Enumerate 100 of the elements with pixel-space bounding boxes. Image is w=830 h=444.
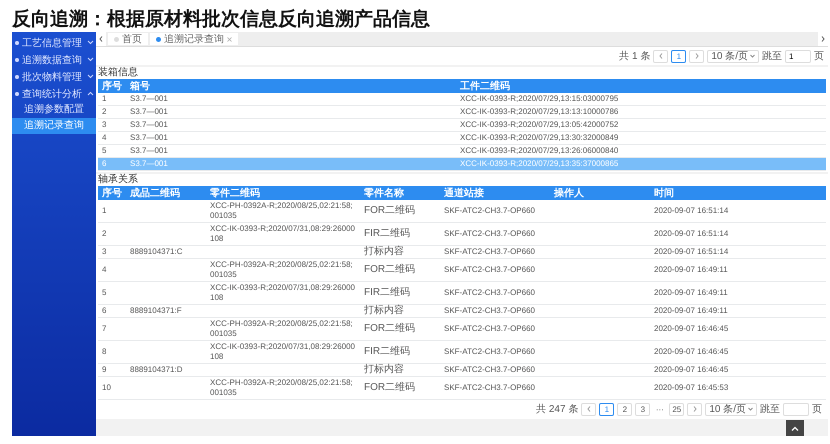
table-cell: 打标内容 bbox=[360, 304, 440, 318]
table-cell: XCC-IK-0393-R;2020/07/29,13:30:32000849 bbox=[456, 132, 826, 144]
table-cell: SKF-ATC2-CH3.7-OP660 bbox=[440, 364, 550, 376]
table-cell: SKF-ATC2-CH3.7-OP660 bbox=[440, 200, 550, 222]
table-cell: FOR二维码 bbox=[360, 200, 440, 222]
table-cell: XCC-IK-0393-R;2020/07/31,08:29:26000108 bbox=[206, 222, 360, 246]
table-cell: 打标内容 bbox=[360, 246, 440, 258]
table-cell: 4 bbox=[98, 132, 126, 144]
menu-item[interactable]: 工艺信息管理 bbox=[12, 34, 96, 51]
column-header: 工件二维码 bbox=[456, 79, 826, 93]
table-cell: 2020-09-07 16:49:11 bbox=[650, 282, 826, 304]
page-button[interactable]: 3 bbox=[635, 402, 650, 416]
page-unit-label: 页 bbox=[812, 403, 822, 416]
section-title: 轴承关系 bbox=[98, 174, 139, 186]
table-cell: 2020-09-07 16:49:11 bbox=[650, 304, 826, 318]
table-cell: 4 bbox=[98, 258, 126, 282]
table-cell: FOR二维码 bbox=[360, 318, 440, 340]
page-size-select[interactable]: 10 条/页 bbox=[707, 50, 759, 62]
chevron-right-icon bbox=[692, 406, 697, 412]
table-cell: SKF-ATC2-CH3.7-OP660 bbox=[440, 304, 550, 318]
table-cell: 2020-09-07 16:49:11 bbox=[650, 258, 826, 282]
chevron-left-icon bbox=[586, 406, 591, 412]
menu-label: 追溯数据查询 bbox=[22, 54, 82, 66]
table-cell: 2 bbox=[98, 106, 126, 118]
chevron-down-icon bbox=[750, 54, 755, 58]
menu-icon bbox=[15, 92, 19, 96]
tab[interactable]: 追溯记录查询 bbox=[150, 33, 238, 45]
table-cell: FIR二维码 bbox=[360, 282, 440, 304]
table-cell: XCC-IK-0393-R;2020/07/31,08:29:26000108 bbox=[206, 340, 360, 364]
table-cell: XCC-PH-0392A-R;2020/08/25,02:21:58;001035 bbox=[206, 258, 360, 282]
back-to-top-button[interactable] bbox=[786, 420, 804, 436]
table-cell: 8889104371:C bbox=[126, 246, 206, 258]
page-button[interactable]: 25 bbox=[669, 402, 684, 416]
submenu-item[interactable]: 追溯记录查询 bbox=[12, 118, 96, 134]
column-header: 零件二维码 bbox=[206, 186, 360, 200]
table-cell: 1 bbox=[98, 93, 126, 106]
menu-label: 批次物料管理 bbox=[22, 70, 82, 84]
menu-item[interactable]: 查询统计分析 bbox=[12, 85, 96, 102]
column-header: 时间 bbox=[650, 186, 826, 200]
column-header: 操作人 bbox=[550, 186, 650, 200]
page-button[interactable]: 1 bbox=[599, 402, 614, 416]
table-cell: 3 bbox=[98, 246, 126, 258]
table-cell: XCC-PH-0392A-R;2020/08/25,02:21:58;001035 bbox=[206, 318, 360, 340]
page-button[interactable]: 2 bbox=[617, 402, 632, 416]
prev-page-button[interactable] bbox=[653, 50, 668, 62]
table-cell: 2020-09-07 16:51:14 bbox=[650, 200, 826, 222]
chevron-right-icon bbox=[821, 36, 825, 42]
table-cell: FIR二维码 bbox=[360, 222, 440, 246]
table-cell: 5 bbox=[98, 282, 126, 304]
prev-page-button[interactable] bbox=[581, 402, 596, 416]
column-header: 成品二维码 bbox=[126, 186, 206, 200]
table-cell: SKF-ATC2-CH3.7-OP660 bbox=[440, 340, 550, 364]
table-cell: S3.7—001 bbox=[126, 158, 456, 170]
tab[interactable]: 首页 bbox=[108, 33, 148, 45]
page-button[interactable]: 1 bbox=[671, 50, 686, 62]
table-cell: S3.7—001 bbox=[126, 118, 456, 132]
next-page-button[interactable] bbox=[687, 402, 702, 416]
table-cell: 7 bbox=[98, 318, 126, 340]
column-header: 序号 bbox=[98, 186, 126, 200]
jump-label: 跳至 bbox=[762, 50, 782, 63]
chevron-left-icon bbox=[658, 53, 663, 59]
table-cell: 6 bbox=[98, 158, 126, 170]
chevron-up-icon bbox=[791, 426, 799, 430]
next-page-button[interactable] bbox=[689, 50, 704, 62]
page-title: 反向追溯：根据原材料批次信息反向追溯产品信息 bbox=[10, 8, 431, 32]
chevron-left-icon bbox=[99, 36, 103, 42]
submenu-item[interactable]: 追溯参数配置 bbox=[12, 102, 96, 118]
page-input[interactable]: 1 bbox=[785, 50, 811, 62]
table-cell: 2 bbox=[98, 222, 126, 246]
table-cell: FOR二维码 bbox=[360, 258, 440, 282]
close-icon[interactable] bbox=[227, 36, 232, 42]
scroll-left-button[interactable] bbox=[96, 32, 106, 46]
column-header: 通道站接 bbox=[440, 186, 550, 200]
table-cell: S3.7—001 bbox=[126, 132, 456, 144]
chevron-right-icon bbox=[694, 53, 699, 59]
table-cell: 9 bbox=[98, 364, 126, 376]
table-cell: SKF-ATC2-CH3.7-OP660 bbox=[440, 222, 550, 246]
table-cell: 2020-09-07 16:51:14 bbox=[650, 222, 826, 246]
total-count: 共 1 条 bbox=[619, 50, 650, 63]
total-count: 共 247 条 bbox=[536, 402, 578, 416]
page-unit-label: 页 bbox=[814, 50, 824, 63]
table-cell: 1 bbox=[98, 200, 126, 222]
table-cell: 3 bbox=[98, 118, 126, 132]
table-cell: XCC-IK-0393-R;2020/07/29,13:35:37000865 bbox=[456, 158, 826, 170]
menu-icon bbox=[15, 74, 19, 78]
table-cell: XCC-IK-0393-R;2020/07/29,13:13:10000786 bbox=[456, 106, 826, 118]
menu-item[interactable]: 追溯数据查询 bbox=[12, 51, 96, 68]
menu-label: 查询统计分析 bbox=[22, 88, 82, 100]
menu-item[interactable]: 批次物料管理 bbox=[12, 68, 96, 85]
table-cell: FIR二维码 bbox=[360, 340, 440, 364]
table-cell: S3.7—001 bbox=[126, 93, 456, 106]
table-cell: S3.7—001 bbox=[126, 106, 456, 118]
page-size-select[interactable]: 10 条/页 bbox=[705, 402, 757, 416]
table-cell: SKF-ATC2-CH3.7-OP660 bbox=[440, 258, 550, 282]
table-cell: XCC-PH-0392A-R;2020/08/25,02:21:58;001035 bbox=[206, 200, 360, 222]
table-cell: 8 bbox=[98, 340, 126, 364]
chevron-down-icon bbox=[748, 407, 753, 411]
table-cell: 2020-09-07 16:51:14 bbox=[650, 246, 826, 258]
column-header: 箱号 bbox=[126, 79, 456, 93]
page-input[interactable] bbox=[783, 402, 809, 416]
